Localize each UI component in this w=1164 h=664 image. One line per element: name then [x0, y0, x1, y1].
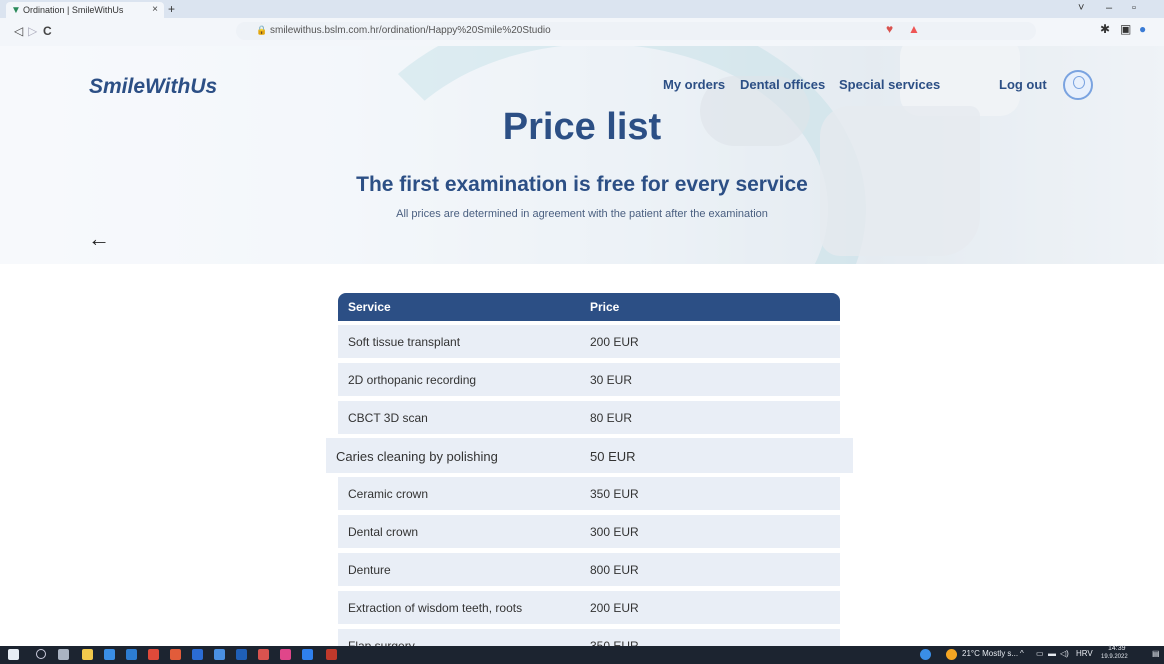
column-header-service: Service [348, 300, 391, 314]
minimize-button[interactable]: – [1106, 2, 1112, 14]
logout-link[interactable]: Log out [999, 77, 1047, 92]
volume-icon[interactable]: ◁) [1060, 649, 1069, 658]
tab-search-dropdown-icon[interactable]: ˅ [1078, 2, 1084, 14]
service-cell: Ceramic crown [348, 487, 429, 501]
table-row[interactable]: Denture 800 EUR [338, 553, 840, 586]
sidebar-icon[interactable]: ▣ [1120, 22, 1131, 36]
page-subtitle: The first examination is free for every … [356, 173, 808, 196]
tray-chevron-icon[interactable]: ^ [1020, 649, 1024, 658]
price-cell: 50 EUR [590, 449, 636, 464]
back-nav-icon[interactable]: ◁ [14, 24, 23, 38]
page-title: Price list [502, 106, 662, 148]
browser-tab[interactable]: ▼ Ordination | SmileWithUs × [6, 2, 164, 18]
reload-icon[interactable]: C [43, 24, 52, 38]
app-icon[interactable] [214, 649, 225, 660]
lock-icon: 🔒 [256, 25, 268, 35]
os-taskbar: 21°C Mostly s... ^ ▭ ▬ ◁) HRV 14:39 19.9… [0, 645, 1164, 664]
task-view-icon[interactable] [58, 649, 69, 660]
service-cell: Extraction of wisdom teeth, roots [348, 601, 523, 615]
brand-logo[interactable]: SmileWithUs [89, 75, 217, 99]
chrome-icon[interactable] [148, 649, 159, 660]
service-cell: Denture [348, 563, 391, 577]
price-cell: 800 EUR [590, 563, 639, 577]
notifications-icon[interactable]: ▤ [1152, 649, 1160, 658]
forward-nav-icon[interactable]: ▷ [28, 24, 37, 38]
word-icon[interactable] [236, 649, 247, 660]
weather-icon [946, 649, 957, 660]
url-text[interactable]: smilewithus.bslm.com.hr/ordination/Happy… [270, 25, 551, 36]
search-icon[interactable] [36, 649, 46, 659]
price-cell: 30 EUR [590, 373, 633, 387]
language-indicator[interactable]: HRV [1076, 649, 1093, 658]
app-icon[interactable] [280, 649, 291, 660]
weather-text[interactable]: 21°C Mostly s... [962, 649, 1018, 658]
clock-time[interactable]: 14:39 [1108, 645, 1126, 652]
table-row[interactable]: Ceramic crown 350 EUR [338, 477, 840, 510]
table-row[interactable]: Soft tissue transplant 200 EUR [338, 325, 840, 358]
app-icon[interactable] [326, 649, 337, 660]
puzzle-extension-icon[interactable]: ✱ [1100, 22, 1110, 36]
user-avatar-icon[interactable] [1063, 70, 1093, 100]
price-cell: 350 EUR [590, 487, 639, 501]
new-tab-button[interactable]: + [168, 2, 175, 16]
restore-button[interactable]: ▫ [1132, 2, 1136, 14]
table-row[interactable]: 2D orthopanic recording 30 EUR [338, 363, 840, 396]
table-row[interactable]: Dental crown 300 EUR [338, 515, 840, 548]
tab-close-icon[interactable]: × [152, 4, 158, 15]
service-cell: CBCT 3D scan [348, 411, 428, 425]
windows-start-icon[interactable] [8, 649, 19, 660]
network-icon[interactable]: ▭ [1036, 649, 1044, 658]
table-row-hovered[interactable]: Caries cleaning by polishing 50 EUR [326, 438, 853, 473]
battery-icon[interactable]: ▬ [1048, 649, 1056, 658]
column-header-price: Price [590, 300, 620, 314]
service-cell: Soft tissue transplant [348, 335, 461, 349]
nav-dental-offices[interactable]: Dental offices [740, 77, 825, 92]
nav-special-services[interactable]: Special services [839, 77, 940, 92]
back-arrow-icon[interactable]: ← [88, 226, 110, 252]
price-cell: 200 EUR [590, 335, 639, 349]
price-cell: 300 EUR [590, 525, 639, 539]
brave-icon[interactable] [170, 649, 181, 660]
store-icon[interactable] [104, 649, 115, 660]
shield-extension-icon[interactable]: ♥ [886, 22, 893, 36]
table-header: Service Price [338, 293, 840, 321]
browser-tab-bar: ▼ Ordination | SmileWithUs × + ˅ – ▫ [0, 0, 1164, 18]
tab-title: Ordination | SmileWithUs [23, 5, 124, 15]
tray-app-icon[interactable] [920, 649, 931, 660]
vscode-icon[interactable] [302, 649, 313, 660]
file-explorer-icon[interactable] [82, 649, 93, 660]
price-cell: 80 EUR [590, 411, 633, 425]
nav-my-orders[interactable]: My orders [663, 77, 725, 92]
service-cell: Caries cleaning by polishing [336, 449, 498, 464]
mail-icon[interactable] [126, 649, 137, 660]
price-cell: 200 EUR [590, 601, 639, 615]
triangle-extension-icon[interactable]: ▲ [908, 22, 920, 36]
service-cell: Dental crown [348, 525, 419, 539]
table-row[interactable]: CBCT 3D scan 80 EUR [338, 401, 840, 434]
app-icon[interactable] [258, 649, 269, 660]
app-icon[interactable] [192, 649, 203, 660]
table-row[interactable]: Extraction of wisdom teeth, roots 200 EU… [338, 591, 840, 624]
clock-date[interactable]: 19.9.2022 [1101, 654, 1128, 660]
service-cell: 2D orthopanic recording [348, 373, 477, 387]
profile-browser-icon[interactable]: ● [1139, 22, 1146, 36]
site-favicon-icon: ▼ [11, 5, 21, 16]
page-note: All prices are determined in agreement w… [396, 208, 768, 220]
